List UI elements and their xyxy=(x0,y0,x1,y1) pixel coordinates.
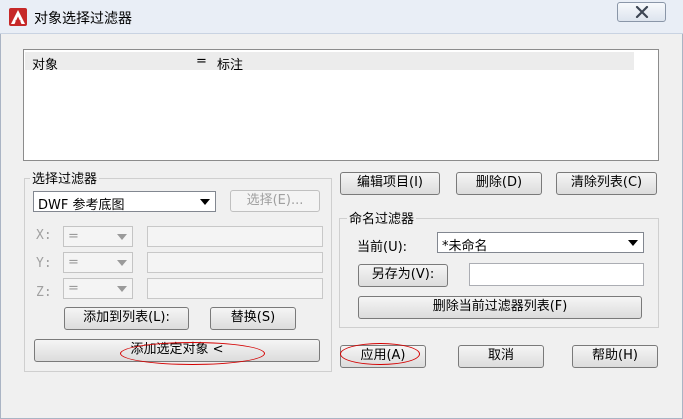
add-to-list-button[interactable]: 添加到列表(L): xyxy=(64,307,189,330)
y-value-field[interactable] xyxy=(147,252,323,273)
y-label: Y: xyxy=(36,256,52,271)
help-button[interactable]: 帮助(H) xyxy=(572,345,658,368)
chevron-down-icon xyxy=(117,234,127,240)
list-item-operator: = xyxy=(196,54,207,69)
x-value-field[interactable] xyxy=(147,226,323,247)
replace-button[interactable]: 替换(S) xyxy=(210,307,296,330)
object-type-select[interactable]: DWF 参考底图 xyxy=(33,191,216,213)
autocad-logo-icon xyxy=(9,8,27,26)
edit-item-button[interactable]: 编辑项目(I) xyxy=(340,172,440,195)
chevron-down-icon xyxy=(117,286,127,292)
chevron-down-icon xyxy=(117,260,127,266)
list-item-object: 对象 xyxy=(32,58,59,73)
object-type-value: DWF 参考底图 xyxy=(38,198,125,213)
z-value-field[interactable] xyxy=(147,278,323,299)
list-item[interactable]: 对象 = 标注 xyxy=(25,52,634,73)
current-label: 当前(U): xyxy=(357,240,408,255)
red-ellipse-annotation xyxy=(120,342,265,365)
cancel-button[interactable]: 取消 xyxy=(458,345,544,368)
current-filter-select[interactable]: *未命名 xyxy=(437,232,644,254)
filter-list[interactable]: 对象 = 标注 xyxy=(23,49,659,161)
x-operator-value: = xyxy=(68,229,79,244)
x-operator-select[interactable]: = xyxy=(63,226,133,247)
select-filter-legend: 选择过滤器 xyxy=(30,168,100,187)
delete-current-filter-list-button[interactable]: 删除当前过滤器列表(F) xyxy=(358,296,642,319)
named-filters-legend: 命名过滤器 xyxy=(347,208,417,227)
red-ellipse-annotation xyxy=(340,343,420,365)
y-operator-select[interactable]: = xyxy=(63,252,133,273)
x-label: X: xyxy=(36,228,52,243)
z-operator-select[interactable]: = xyxy=(63,278,133,299)
close-icon xyxy=(635,6,649,18)
save-as-name-field[interactable] xyxy=(469,263,644,286)
close-button[interactable] xyxy=(617,2,666,22)
save-as-button[interactable]: 另存为(V): xyxy=(358,264,448,287)
current-filter-value: *未命名 xyxy=(442,239,488,254)
list-item-value: 标注 xyxy=(217,58,244,73)
delete-button[interactable]: 删除(D) xyxy=(456,172,542,195)
y-operator-value: = xyxy=(68,255,79,270)
z-operator-value: = xyxy=(68,281,79,296)
select-button[interactable]: 选择(E)... xyxy=(230,190,320,212)
clear-list-button[interactable]: 清除列表(C) xyxy=(556,172,657,195)
chevron-down-icon xyxy=(628,240,638,246)
window-title: 对象选择过滤器 xyxy=(34,11,132,27)
z-label: Z: xyxy=(36,285,52,300)
chevron-down-icon xyxy=(200,199,210,205)
